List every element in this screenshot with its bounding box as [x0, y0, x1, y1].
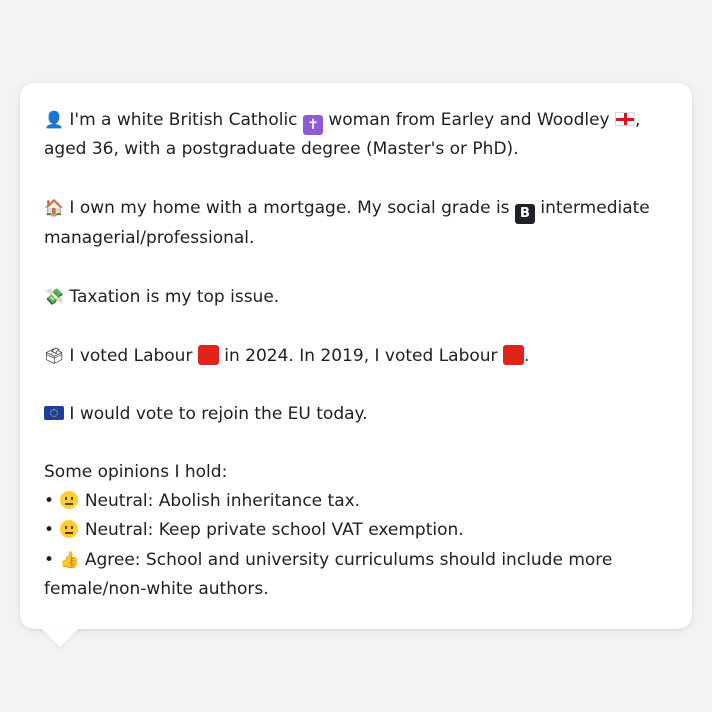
- latin-cross-icon: ✝: [302, 115, 323, 135]
- eu-flag-icon: [44, 406, 64, 420]
- vote-text-1: I voted Labour: [69, 346, 193, 366]
- eu-text: I would vote to rejoin the EU today.: [69, 404, 368, 424]
- neutral-face-icon: [60, 520, 79, 538]
- opinion-text: Agree: School and university curriculums…: [44, 550, 613, 599]
- eu-paragraph: I would vote to rejoin the EU today.: [44, 400, 668, 429]
- identity-text: I'm a white British Catholic: [69, 110, 298, 130]
- person-icon: 👤: [44, 110, 64, 129]
- opinion-text: Neutral: Keep private school VAT exempti…: [84, 520, 464, 540]
- bullet: •: [44, 491, 55, 511]
- persona-message-card: 👤 I'm a white British Catholic ✝ woman f…: [20, 83, 692, 629]
- housing-paragraph: 🏠 I own my home with a mortgage. My soci…: [44, 193, 668, 253]
- thumbs-up-icon: 👍: [59, 550, 80, 569]
- list-item: • Neutral: Abolish inheritance tax.: [44, 487, 668, 516]
- opinions-header: Some opinions I hold:: [44, 462, 228, 482]
- identity-text-2: woman from Earley and Woodley: [328, 110, 610, 130]
- vote-text-3: .: [523, 346, 530, 366]
- money-with-wings-icon: 💸: [44, 287, 64, 306]
- issue-text: Taxation is my top issue.: [69, 287, 280, 307]
- list-item: • 👍 Agree: School and university curricu…: [44, 545, 668, 604]
- ballot-box-icon: 🗳: [44, 346, 65, 365]
- opinion-text: Neutral: Abolish inheritance tax.: [84, 491, 361, 511]
- red-square-icon: [197, 345, 219, 365]
- red-square-icon: [502, 345, 524, 365]
- identity-paragraph: 👤 I'm a white British Catholic ✝ woman f…: [44, 105, 668, 164]
- house-icon: 🏠: [44, 198, 64, 217]
- housing-text: I own my home with a mortgage. My social…: [69, 198, 510, 218]
- issue-paragraph: 💸 Taxation is my top issue.: [44, 282, 668, 312]
- neutral-face-icon: [60, 491, 79, 509]
- voting-paragraph: 🗳 I voted Labour in 2024. In 2019, I vot…: [44, 341, 668, 371]
- bullet: •: [44, 550, 55, 570]
- speech-bubble-tail: [40, 627, 80, 647]
- b-button-icon: B: [514, 204, 535, 224]
- vote-text-2: in 2024. In 2019, I voted Labour: [224, 346, 498, 366]
- opinions-list: • Neutral: Abolish inheritance tax. • Ne…: [44, 487, 668, 604]
- list-item: • Neutral: Keep private school VAT exemp…: [44, 516, 668, 545]
- bullet: •: [44, 520, 55, 540]
- england-flag-icon: [615, 112, 636, 126]
